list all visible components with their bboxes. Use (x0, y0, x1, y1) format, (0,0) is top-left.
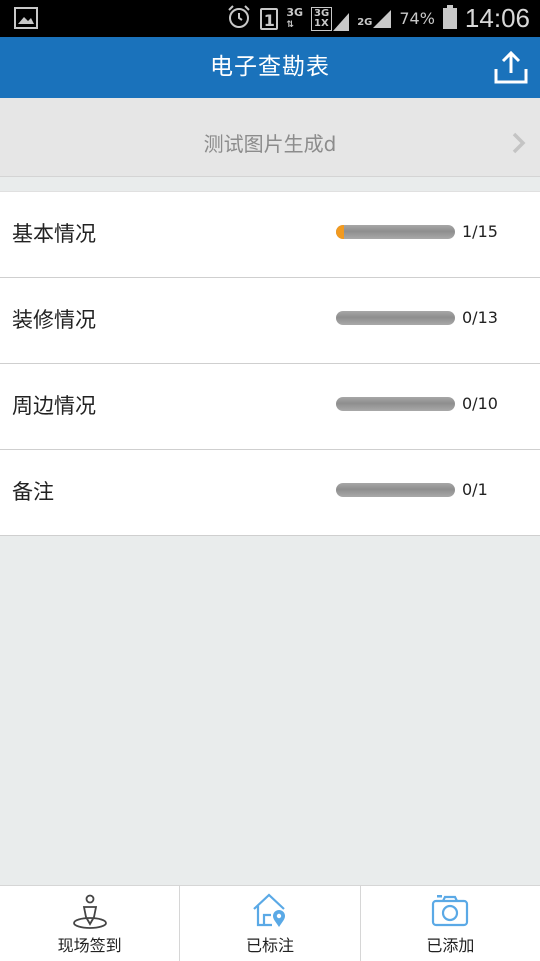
progress-fill (336, 225, 344, 239)
progress-count: 1/15 (462, 222, 498, 241)
clock: 14:06 (464, 3, 530, 33)
location-person-icon (70, 891, 110, 935)
section-label: 基本情况 (12, 222, 96, 246)
progress-bar (336, 311, 455, 325)
tab-check-in[interactable]: 现场签到 (0, 886, 179, 961)
tab-marked[interactable]: 已标注 (179, 886, 359, 961)
network-type-1: 3G ⇅ (286, 5, 304, 30)
section-label: 周边情况 (12, 394, 96, 418)
app-header: 电子查勘表 (0, 37, 540, 98)
list-item[interactable]: 周边情况 0/10 (0, 364, 540, 450)
tab-label: 已添加 (426, 936, 475, 955)
bottom-tab-bar: 现场签到 已标注 已添加 (0, 885, 540, 961)
list-item[interactable]: 基本情况 1/15 (0, 192, 540, 278)
gallery-notification-icon (14, 7, 38, 33)
section-list: 基本情况 1/15 装修情况 0/13 周边情况 0/10 备注 0/1 (0, 191, 540, 536)
status-bar: 1 3G ⇅ 3G 1X 2G 74% 14:06 (0, 0, 540, 37)
camera-icon (430, 891, 470, 935)
battery-icon (442, 4, 457, 33)
network-type-3: 2G (357, 9, 392, 28)
progress-bar (336, 483, 455, 497)
tab-added[interactable]: 已添加 (359, 886, 540, 961)
section-label: 装修情况 (12, 308, 96, 332)
network-type-2: 3G 1X (311, 6, 350, 31)
battery-percentage: 74% (399, 9, 435, 28)
sim-slot-icon: 1 (260, 7, 279, 30)
progress-count: 0/10 (462, 394, 498, 413)
project-name: 测试图片生成d (203, 132, 337, 156)
project-row[interactable]: 测试图片生成d (0, 98, 540, 177)
page-title: 电子查勘表 (210, 54, 330, 80)
section-label: 备注 (12, 480, 54, 504)
tab-label: 已标注 (245, 936, 294, 955)
home-pin-icon (250, 891, 290, 935)
list-item[interactable]: 装修情况 0/13 (0, 278, 540, 364)
chevron-right-icon (512, 132, 526, 158)
progress-count: 0/1 (462, 480, 488, 499)
progress-bar (336, 225, 455, 239)
upload-button[interactable] (492, 49, 530, 87)
progress-count: 0/13 (462, 308, 498, 327)
tab-label: 现场签到 (57, 936, 122, 955)
upload-icon (494, 50, 528, 84)
progress-bar (336, 397, 455, 411)
alarm-icon (226, 4, 252, 34)
list-item[interactable]: 备注 0/1 (0, 450, 540, 536)
